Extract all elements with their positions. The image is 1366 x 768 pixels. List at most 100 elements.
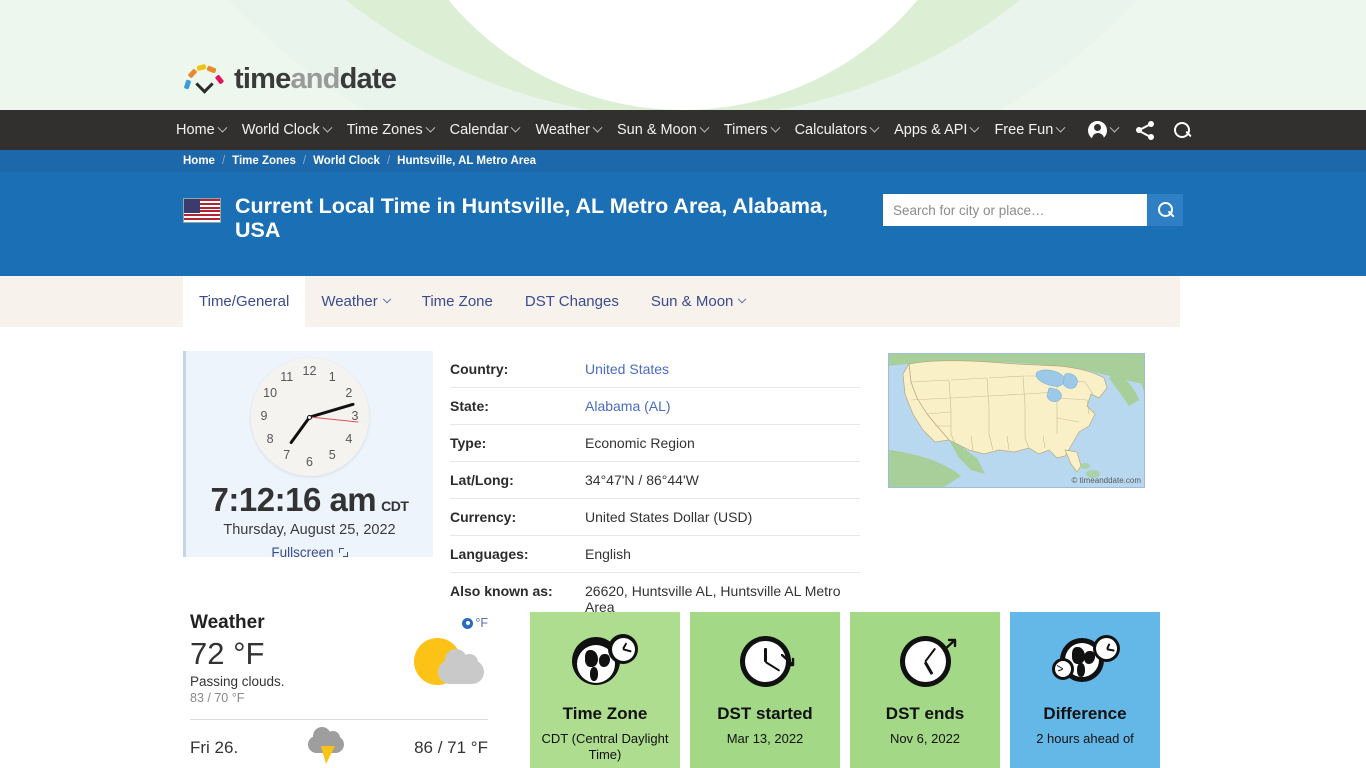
card-title: DST started xyxy=(717,704,813,723)
thunderstorm-icon xyxy=(306,727,346,765)
weather-widget: °F Weather 72 °F Passing clouds. 83 / 70… xyxy=(190,612,488,765)
main-navigation: Home World Clock Time Zones Calendar Wea… xyxy=(0,110,1366,150)
chevron-down-icon xyxy=(738,294,747,303)
logo-fan-icon xyxy=(183,62,227,96)
chevron-down-icon xyxy=(217,122,228,133)
chevron-down-icon xyxy=(425,122,436,133)
chevron-down-icon xyxy=(869,122,880,133)
site-header-banner: timeanddate xyxy=(0,0,1366,110)
nav-label: Sun & Moon xyxy=(616,122,697,138)
hero-title-group: Current Local Time in Huntsville, AL Met… xyxy=(183,194,835,242)
nav-icon-group xyxy=(1088,120,1192,141)
row-value: English xyxy=(585,546,631,562)
clock-numeral-4: 4 xyxy=(345,431,353,446)
digital-time: 7:12:16 am CDT xyxy=(186,481,433,519)
row-label: Currency: xyxy=(450,509,517,525)
forecast-high-low: 86 / 71 °F xyxy=(414,738,488,757)
tab-label: DST Changes xyxy=(524,293,619,310)
row-value: United States xyxy=(585,351,860,388)
nav-label: Home xyxy=(176,122,215,138)
weather-heading: Weather xyxy=(190,612,265,633)
breadcrumb-separator: / xyxy=(221,155,226,167)
card-dst-started[interactable]: DST started Mar 13, 2022 xyxy=(690,612,840,768)
row-value: Economic Region xyxy=(585,435,695,451)
card-title: Difference xyxy=(1043,704,1127,723)
site-logo[interactable]: timeanddate xyxy=(183,62,397,96)
nav-item-home[interactable]: Home xyxy=(176,122,228,138)
tab-time-general[interactable]: Time/General xyxy=(183,276,306,327)
account-icon xyxy=(1088,120,1108,141)
forecast-row[interactable]: Fri 26. 86 / 71 °F xyxy=(190,719,488,765)
chevron-down-icon xyxy=(510,122,521,133)
card-difference[interactable]: Difference 2 hours ahead of xyxy=(1010,612,1160,768)
nav-label: Weather xyxy=(535,122,590,138)
breadcrumb-separator: / xyxy=(386,155,391,167)
tab-dst-changes[interactable]: DST Changes xyxy=(509,276,635,327)
row-value: United States Dollar (USD) xyxy=(585,509,753,525)
clock-numeral-1: 1 xyxy=(328,369,336,384)
breadcrumb-item-current[interactable]: Huntsville, AL Metro Area xyxy=(397,155,536,167)
logo-wordmark: timeanddate xyxy=(234,62,397,96)
chevron-down-icon xyxy=(1055,122,1066,133)
clock-numeral-11: 11 xyxy=(280,369,294,384)
row-label: Type: xyxy=(450,435,487,451)
nav-item-world-clock[interactable]: World Clock xyxy=(242,122,333,138)
location-map[interactable]: © timeanddate.com xyxy=(888,353,1145,488)
row-label: Lat/Long: xyxy=(450,472,514,488)
tab-time-zone[interactable]: Time Zone xyxy=(406,276,509,327)
card-title: Time Zone xyxy=(562,704,648,723)
clock-numeral-12: 12 xyxy=(302,363,317,378)
nav-item-calculators[interactable]: Calculators xyxy=(795,122,880,138)
row-label: Country: xyxy=(450,361,509,377)
clock-arrow-down-icon xyxy=(732,634,798,690)
analog-clock: 1 2 3 4 5 6 7 8 9 10 11 12 xyxy=(250,358,369,476)
weather-high-low: 83 / 70 °F xyxy=(190,691,245,705)
section-tabs: Time/General Weather Time Zone DST Chang… xyxy=(0,276,1366,327)
nav-item-free-fun[interactable]: Free Fun xyxy=(994,122,1066,138)
timezone-abbr: CDT xyxy=(381,498,409,514)
tab-sun-moon[interactable]: Sun & Moon xyxy=(635,276,762,327)
chevron-down-icon xyxy=(1109,122,1120,133)
card-time-zone[interactable]: Time Zone CDT (Central Daylight Time) xyxy=(530,612,680,768)
clock-numeral-8: 8 xyxy=(266,431,274,446)
fullscreen-button[interactable]: Fullscreen xyxy=(186,545,433,560)
tab-label: Time/General xyxy=(199,293,290,310)
search-input[interactable] xyxy=(883,194,1147,226)
nav-item-timers[interactable]: Timers xyxy=(724,122,781,138)
card-subtitle: Nov 6, 2022 xyxy=(889,731,961,746)
weather-unit-toggle[interactable]: °F xyxy=(462,616,488,630)
account-menu-button[interactable] xyxy=(1088,120,1120,141)
globe-clock-icon xyxy=(572,634,638,690)
arrow-down-glyph xyxy=(781,654,795,667)
sun-behind-cloud-icon xyxy=(408,634,484,692)
search-icon[interactable] xyxy=(1173,121,1192,140)
breadcrumb-item-home[interactable]: Home xyxy=(183,155,215,167)
card-dst-ends[interactable]: DST ends Nov 6, 2022 xyxy=(850,612,1000,768)
country-link[interactable]: United States xyxy=(585,361,669,377)
clock-numeral-2: 2 xyxy=(345,386,353,401)
chevron-down-icon xyxy=(322,122,333,133)
breadcrumb-item-time-zones[interactable]: Time Zones xyxy=(232,155,296,167)
main-content: 1 2 3 4 5 6 7 8 9 10 11 12 7:12:16 am CDT Thursday, … xyxy=(0,327,1366,768)
state-link[interactable]: Alabama (AL) xyxy=(585,398,671,414)
nav-item-calendar[interactable]: Calendar xyxy=(450,122,521,138)
tab-label: Weather xyxy=(321,293,378,310)
table-row: Lat/Long: 34°47'N / 86°44'W xyxy=(450,462,860,499)
nav-item-time-zones[interactable]: Time Zones xyxy=(347,122,436,138)
card-title: DST ends xyxy=(885,704,965,723)
chevron-down-icon xyxy=(699,122,710,133)
share-icon[interactable] xyxy=(1136,120,1155,140)
arrow-up-glyph xyxy=(942,638,957,652)
page-hero: Current Local Time in Huntsville, AL Met… xyxy=(0,172,1366,276)
nav-item-apps-api[interactable]: Apps & API xyxy=(894,122,980,138)
row-label: State: xyxy=(450,398,489,414)
row-value: Alabama (AL) xyxy=(585,388,860,425)
nav-item-weather[interactable]: Weather xyxy=(535,122,603,138)
breadcrumb-item-world-clock[interactable]: World Clock xyxy=(313,155,380,167)
table-row: Country: United States xyxy=(450,351,860,388)
clock-numeral-6: 6 xyxy=(306,454,313,469)
search-submit-button[interactable] xyxy=(1147,194,1183,226)
tab-weather[interactable]: Weather xyxy=(305,276,405,327)
nav-item-sun-moon[interactable]: Sun & Moon xyxy=(616,122,710,138)
logo-text-time: time xyxy=(234,62,291,95)
